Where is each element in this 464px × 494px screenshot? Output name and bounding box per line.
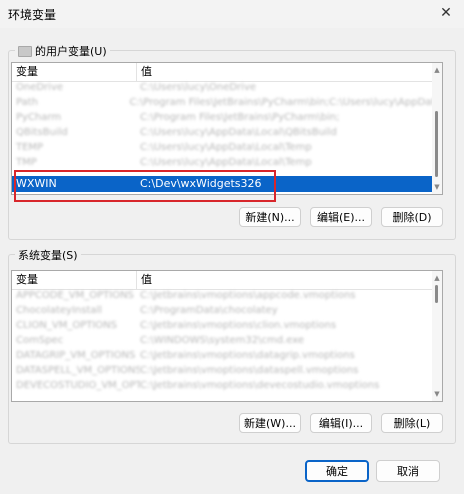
variable-value: C:\Users\lucy\OneDrive [140,82,257,93]
variable-name: Path [16,97,38,108]
user-variables-group-label: 的用户变量(U) [15,43,110,59]
title-bar: 环境变量 ✕ [0,0,464,28]
column-header-value[interactable]: 值 [137,63,152,81]
system-variables-group-label: 系统变量(S) [15,247,81,263]
user-variables-header: 变量 值 [12,63,442,82]
variable-name: OneDrive [16,82,64,93]
variable-row[interactable]: CLION_VM_OPTIONS C:\Jetbrains\vmoptions\c… [12,320,442,335]
system-delete-button[interactable]: 删除(L) [381,413,443,433]
variable-row[interactable]: ChocolateyInstall C:\ProgramData\chocolat… [12,305,442,320]
variable-value: C:\Program Files\JetBrains\PyCharm\bin;C… [129,97,442,108]
variable-name: PyCharm [16,112,62,123]
system-edit-button[interactable]: 编辑(I)... [310,413,372,433]
user-variables-rows: OneDrive C:\Users\lucy\OneDrive Path C:\Pro… [12,82,442,172]
ok-button[interactable]: 确定 [305,460,369,482]
variable-row[interactable]: TEMP C:\Users\lucy\AppData\Local\Temp [12,142,442,157]
variable-row[interactable]: PyCharm C:\Program Files\JetBrains\PyChar… [12,112,442,127]
variable-name: TEMP [16,142,44,153]
variable-name: CLION_VM_OPTIONS [16,320,117,331]
user-delete-button[interactable]: 删除(D) [381,207,443,227]
variable-row[interactable]: QBitsBuild C:\Users\lucy\AppData\Local\QB… [12,127,442,142]
variable-value: C:\Jetbrains\vmoptions\dataspell.vmoptio… [140,365,359,376]
column-header-name[interactable]: 变量 [12,63,137,81]
scroll-down-icon[interactable]: ▼ [432,182,442,192]
system-variables-list[interactable]: 变量 值 APPCODE_VM_OPTIONS C:\Jetbrains\vmop… [11,270,443,402]
variable-value: C:\Jetbrains\vmoptions\datagrip.vmoption… [140,350,355,361]
close-icon: ✕ [440,5,452,21]
variable-row[interactable]: ComSpec C:\WINDOWS\system32\cmd.exe [12,335,442,350]
variable-name: DATASPELL_VM_OPTIONS [16,365,140,376]
variable-name: QBitsBuild [16,127,68,138]
variable-row[interactable]: OneDrive C:\Users\lucy\OneDrive [12,82,442,97]
variable-value: C:\ProgramData\chocolatey [140,305,278,316]
variable-value: C:\Users\lucy\AppData\Local\Temp [140,142,312,153]
column-header-name[interactable]: 变量 [12,271,137,289]
variable-value: C:\WINDOWS\system32\cmd.exe [140,335,304,346]
scroll-up-icon[interactable]: ▲ [432,65,442,75]
variable-row[interactable]: DATASPELL_VM_OPTIONS C:\Jetbrains\vmoptio… [12,365,442,380]
system-variables-header: 变量 值 [12,271,442,290]
variable-name: ComSpec [16,335,64,346]
variable-name: ChocolateyInstall [16,305,103,316]
user-variables-scrollbar[interactable]: ▲ ▼ [432,63,442,194]
close-button[interactable]: ✕ [432,2,460,24]
scroll-thumb[interactable] [435,285,438,303]
scroll-thumb[interactable] [435,111,438,177]
variable-value: C:\Jetbrains\vmoptions\clion.vmoptions [140,320,337,331]
window-title: 环境变量 [8,8,57,22]
variable-value: C:\Jetbrains\vmoptions\appcode.vmoptions [140,290,356,301]
variable-row[interactable]: DEVECOSTUDIO_VM_OPTIONSC:\Jetbrains\vmop… [12,380,442,395]
variable-row[interactable]: APPCODE_VM_OPTIONS C:\Jetbrains\vmoptions… [12,290,442,305]
user-icon [18,45,32,57]
system-variables-rows: APPCODE_VM_OPTIONS C:\Jetbrains\vmoptions… [12,290,442,395]
variable-name: DEVECOSTUDIO_VM_OPTIONS [16,380,140,391]
user-edit-button[interactable]: 编辑(E)... [310,207,372,227]
user-new-button[interactable]: 新建(N)... [239,207,301,227]
highlight-box [14,170,276,202]
variable-name: APPCODE_VM_OPTIONS [16,290,134,301]
variable-value: C:\Users\lucy\AppData\Local\QBitsBuild [140,127,337,138]
scroll-up-icon[interactable]: ▲ [432,273,442,283]
variable-name: DATAGRIP_VM_OPTIONS [16,350,136,361]
variable-row[interactable]: DATAGRIP_VM_OPTIONS C:\Jetbrains\vmoption… [12,350,442,365]
variable-value: C:\Program Files\JetBrains\PyCharm\bin; [140,112,340,123]
system-variables-scrollbar[interactable]: ▲ ▼ [432,271,442,401]
variable-row[interactable]: Path C:\Program Files\JetBrains\PyCharm\b… [12,97,442,112]
variable-value: C:\Jetbrains\vmoptions\devecostudio.vmop… [140,380,380,391]
column-header-value[interactable]: 值 [137,271,152,289]
system-new-button[interactable]: 新建(W)... [239,413,301,433]
scroll-down-icon[interactable]: ▼ [432,389,442,399]
cancel-button[interactable]: 取消 [376,460,440,482]
